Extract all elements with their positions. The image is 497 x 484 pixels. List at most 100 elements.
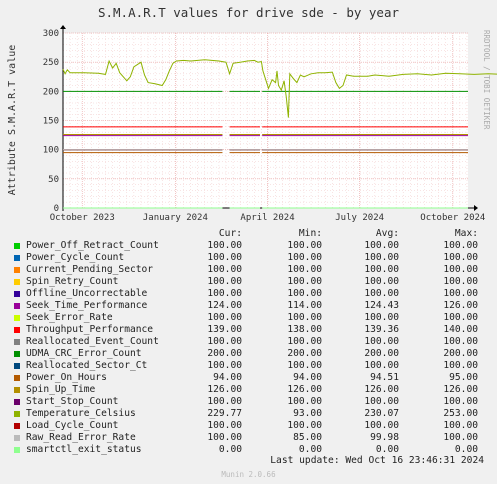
legend-cur: 139.00	[207, 324, 242, 335]
legend-max: 140.00	[443, 324, 478, 335]
y-tick-label: 200	[43, 87, 59, 97]
legend-swatch	[14, 339, 20, 345]
legend-swatch	[14, 351, 20, 357]
legend-max: 253.00	[443, 408, 478, 419]
legend-swatch	[14, 327, 20, 333]
legend-avg: 94.51	[370, 372, 399, 383]
legend-swatch	[14, 363, 20, 369]
legend-min: 100.00	[287, 420, 322, 431]
legend-avg: 100.00	[364, 288, 399, 299]
legend-swatch	[14, 423, 20, 429]
legend-item: UDMA_CRC_Error_Count 200.00 200.00 200.00 20…	[12, 348, 492, 360]
chart-area: 050100150200250300October 2023 January 20…	[7, 25, 497, 223]
legend-cur: 100.00	[207, 336, 242, 347]
legend-item: Seek_Error_Rate 100.00 100.00 100.00 100.00	[12, 312, 492, 324]
header-avg: Avg:	[375, 228, 399, 239]
legend-cur: 100.00	[207, 312, 242, 323]
legend-item: Start_Stop_Count 100.00 100.00 100.00 100.00	[12, 396, 492, 408]
legend-swatch	[14, 291, 20, 297]
legend-cur: 229.77	[207, 408, 242, 419]
legend-cur: 100.00	[207, 288, 242, 299]
y-tick-label: 100	[43, 146, 59, 156]
legend-max: 100.00	[443, 252, 478, 263]
header-max: Max:	[454, 228, 478, 239]
legend-swatch	[14, 447, 20, 453]
legend-swatch	[14, 399, 20, 405]
legend-name: Power_Off_Retract_Count	[26, 240, 159, 251]
legend-max: 100.00	[443, 276, 478, 287]
legend-max: 100.00	[443, 420, 478, 431]
legend-min: 138.00	[287, 324, 322, 335]
legend-name: Temperature_Celsius	[26, 408, 136, 419]
legend-swatch	[14, 315, 20, 321]
x-axis-arrow	[474, 205, 478, 211]
legend-swatch	[14, 411, 20, 417]
legend-name: Spin_Retry_Count	[26, 276, 119, 287]
legend-name: Reallocated_Event_Count	[26, 336, 159, 347]
legend-max: 100.00	[443, 312, 478, 323]
legend-swatch	[14, 255, 20, 261]
y-axis-label: Attribute S.M.A.R.T value	[7, 45, 18, 196]
legend-name: Reallocated_Sector_Ct	[26, 360, 148, 371]
legend-item: Reallocated_Sector_Ct 100.00 100.00 100.00 1…	[12, 360, 492, 372]
legend-name: Seek_Time_Performance	[26, 300, 148, 311]
legend-name: UDMA_CRC_Error_Count	[26, 348, 142, 359]
legend-min: 100.00	[287, 276, 322, 287]
y-tick-label: 50	[48, 175, 59, 185]
legend-min: 85.00	[293, 432, 322, 443]
legend-swatch	[14, 375, 20, 381]
legend-cur: 100.00	[207, 276, 242, 287]
legend-avg: 126.00	[364, 384, 399, 395]
legend-max: 100.00	[443, 264, 478, 275]
legend-max: 100.00	[443, 288, 478, 299]
y-tick-label: 150	[43, 117, 59, 127]
legend-avg: 100.00	[364, 240, 399, 251]
legend-avg: 100.00	[364, 336, 399, 347]
legend-table: Cur: Min: Avg: Max: Power_Off_Retract_Co…	[12, 228, 492, 456]
legend-item: Load_Cycle_Count 100.00 100.00 100.00 100.00	[12, 420, 492, 432]
legend-swatch	[14, 387, 20, 393]
legend-max: 100.00	[443, 360, 478, 371]
legend-item: Temperature_Celsius 229.77 93.00 230.07 253.…	[12, 408, 492, 420]
legend-name: Offline_Uncorrectable	[26, 288, 148, 299]
legend-avg: 99.98	[370, 432, 399, 443]
legend-item: Raw_Read_Error_Rate 100.00 85.00 99.98 100.0…	[12, 432, 492, 444]
header-min: Min:	[298, 228, 322, 239]
legend-name: Seek_Error_Rate	[26, 312, 113, 323]
legend-name: Start_Stop_Count	[26, 396, 119, 407]
legend-item: Spin_Retry_Count 100.00 100.00 100.00 100.00	[12, 276, 492, 288]
x-tick-label: April 2024	[240, 213, 294, 223]
legend-cur: 100.00	[207, 432, 242, 443]
legend-item: Throughput_Performance 139.00 138.00 139.36…	[12, 324, 492, 336]
legend-item: Power_Off_Retract_Count 100.00 100.00 100.0…	[12, 240, 492, 252]
legend-name: Throughput_Performance	[26, 324, 154, 335]
legend-item: Reallocated_Event_Count 100.00 100.00 100.0…	[12, 336, 492, 348]
legend-min: 93.00	[293, 408, 322, 419]
legend-item: Current_Pending_Sector 100.00 100.00 100.00…	[12, 264, 492, 276]
legend-cur: 200.00	[207, 348, 242, 359]
legend-min: 100.00	[287, 396, 322, 407]
rrdtool-credit: RRDTOOL / TOBI OETIKER	[482, 30, 491, 130]
x-tick-label: October 2024	[420, 213, 485, 223]
legend-min: 100.00	[287, 288, 322, 299]
legend-cur: 124.00	[207, 300, 242, 311]
legend-cur: 0.00	[218, 444, 242, 455]
legend-name: Raw_Read_Error_Rate	[26, 432, 136, 443]
legend-cur: 100.00	[207, 252, 242, 263]
legend-min: 94.00	[293, 372, 322, 383]
legend-avg: 124.43	[364, 300, 399, 311]
legend-item: Offline_Uncorrectable 100.00 100.00 100.00 1…	[12, 288, 492, 300]
y-tick-label: 250	[43, 58, 59, 68]
legend-avg: 100.00	[364, 312, 399, 323]
header-cur: Cur:	[218, 228, 242, 239]
last-update: Last update: Wed Oct 16 23:46:31 2024	[270, 455, 484, 466]
legend-max: 200.00	[443, 348, 478, 359]
legend-item: Spin_Up_Time 126.00 126.00 126.00 126.00	[12, 384, 492, 396]
x-tick-label: July 2024	[335, 213, 384, 223]
legend-max: 95.00	[449, 372, 478, 383]
legend-min: 100.00	[287, 336, 322, 347]
legend-avg: 100.00	[364, 276, 399, 287]
legend-min: 126.00	[287, 384, 322, 395]
legend-avg: 100.00	[364, 360, 399, 371]
legend-max: 126.00	[443, 300, 478, 311]
